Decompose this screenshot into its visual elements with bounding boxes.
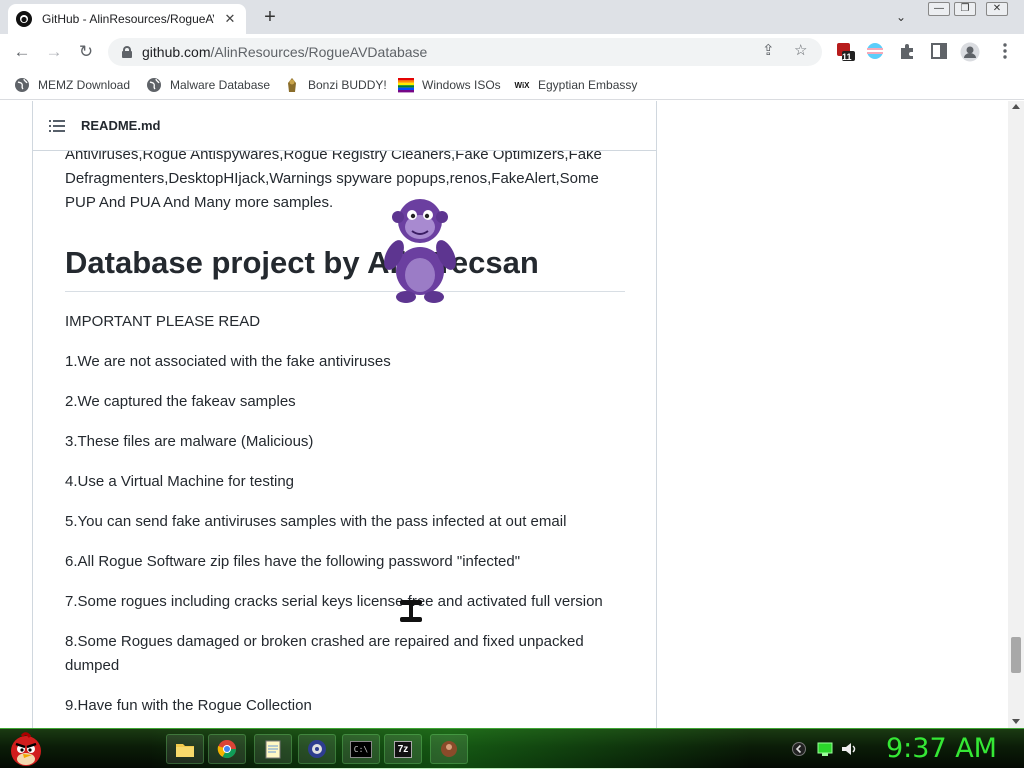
tray-network-icon[interactable] — [816, 741, 834, 757]
taskbar-folder-icon[interactable] — [166, 734, 204, 764]
globe-icon — [14, 77, 30, 93]
rainbow-flag-icon — [398, 77, 414, 93]
browser-toolbar: ← → ↻ github.com/AlinResources/RogueAVDa… — [0, 34, 1024, 70]
readme-container: README.md Antiviruses,Rogue Antispywares… — [32, 101, 657, 728]
new-tab-button[interactable]: + — [260, 6, 280, 29]
back-icon[interactable]: ← — [12, 42, 32, 62]
bookmark-star-icon[interactable]: ☆ — [794, 41, 807, 59]
taskbar-notepad-icon[interactable] — [254, 734, 292, 764]
important-notice: IMPORTANT PLEASE READ — [65, 313, 261, 330]
profile-avatar-icon[interactable] — [960, 42, 980, 62]
restore-button[interactable]: ❐ — [954, 2, 976, 16]
menu-kebab-icon[interactable] — [996, 42, 1014, 60]
taskbar-chrome-icon[interactable] — [208, 734, 246, 764]
pride-extension-icon[interactable] — [866, 42, 884, 60]
bonzi-buddy-character[interactable] — [378, 193, 462, 305]
taskbar-cmd-icon[interactable]: C:\ — [342, 734, 380, 764]
close-window-button[interactable]: ✕ — [986, 2, 1008, 16]
list-item: 9.Have fun with the Rogue Collection — [65, 697, 312, 714]
list-item: 6.All Rogue Software zip files have the … — [65, 553, 521, 570]
minimize-button[interactable]: — — [928, 2, 950, 16]
list-item: 2.We captured the fakeav samples — [65, 393, 296, 410]
side-panel-icon[interactable] — [930, 42, 948, 60]
list-item: 4.Use a Virtual Machine for testing — [65, 473, 295, 490]
bookmark-egyptian-embassy[interactable]: WiX Egyptian Embassy — [514, 76, 637, 94]
list-item: 8.Some Rogues damaged or broken crashed … — [65, 633, 584, 674]
tray-chevron-icon[interactable] — [792, 741, 806, 757]
bookmarks-bar: MEMZ Download Malware Database Bonzi BUD… — [0, 70, 1024, 100]
lock-icon — [122, 46, 132, 58]
list-item: 5.You can send fake antiviruses samples … — [65, 513, 567, 530]
tab-title: GitHub - AlinResources/RogueAV — [42, 12, 214, 26]
readme-heading: Database project by Alin Tecsan — [65, 243, 625, 292]
scrollbar-thumb[interactable] — [1011, 637, 1021, 673]
readme-header: README.md — [33, 101, 656, 151]
taskbar-clock[interactable]: 9:37 AM — [886, 733, 997, 764]
scroll-up-icon[interactable] — [1012, 104, 1020, 109]
list-item: 7.Some rogues including cracks serial ke… — [65, 593, 603, 610]
bonzi-icon — [284, 77, 300, 93]
extension-badge-icon[interactable]: 11 — [836, 42, 855, 62]
github-icon — [16, 11, 32, 27]
bookmark-bonzi-buddy[interactable]: Bonzi BUDDY! — [284, 76, 387, 94]
globe-icon — [146, 77, 162, 93]
start-button-angry-bird-icon[interactable] — [6, 729, 46, 769]
tab-github[interactable]: GitHub - AlinResources/RogueAV ✕ — [8, 4, 246, 34]
reload-icon[interactable]: ↻ — [76, 42, 96, 62]
outline-list-icon[interactable] — [49, 119, 65, 132]
tray-volume-icon[interactable] — [840, 741, 858, 757]
forward-icon[interactable]: → — [44, 42, 64, 62]
page-content: README.md Antiviruses,Rogue Antispywares… — [0, 101, 1008, 728]
taskbar: C:\ 7z 9:37 AM — [0, 728, 1024, 769]
taskbar-bonzi-app-icon[interactable] — [430, 734, 468, 764]
tab-strip: GitHub - AlinResources/RogueAV ✕ + ⌄ — ❐… — [0, 0, 1024, 34]
text-cursor-icon — [400, 600, 422, 622]
list-item: 1.We are not associated with the fake an… — [65, 353, 391, 370]
readme-intro: Antiviruses,Rogue Antispywares,Rogue Reg… — [65, 146, 602, 211]
readme-filename[interactable]: README.md — [81, 118, 160, 133]
wix-icon: WiX — [514, 80, 530, 90]
page-scrollbar[interactable] — [1008, 101, 1024, 728]
bookmark-malware-database[interactable]: Malware Database — [146, 76, 270, 94]
readme-body: Antiviruses,Rogue Antispywares,Rogue Reg… — [65, 143, 625, 718]
taskbar-7zip-icon[interactable]: 7z — [384, 734, 422, 764]
extensions-puzzle-icon[interactable] — [898, 42, 916, 60]
list-item: 3.These files are malware (Malicious) — [65, 433, 314, 450]
taskbar-media-player-icon[interactable] — [298, 734, 336, 764]
share-icon[interactable]: ⇪ — [762, 41, 775, 59]
bookmark-memz[interactable]: MEMZ Download — [14, 76, 130, 94]
bookmark-windows-isos[interactable]: Windows ISOs — [398, 76, 501, 94]
address-bar[interactable]: github.com/AlinResources/RogueAVDatabase — [108, 38, 822, 66]
tab-search-icon[interactable]: ⌄ — [896, 10, 906, 24]
tab-close-icon[interactable]: ✕ — [222, 11, 238, 27]
scroll-down-icon[interactable] — [1012, 719, 1020, 724]
address-url: github.com/AlinResources/RogueAVDatabase — [142, 44, 428, 60]
